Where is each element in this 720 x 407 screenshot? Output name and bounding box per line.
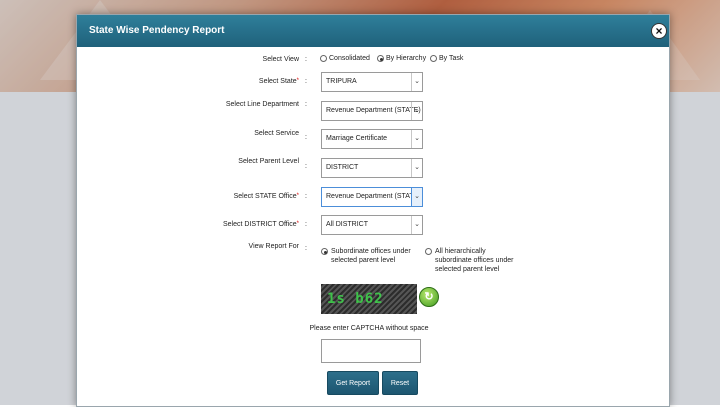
radio-dot[interactable]: [425, 248, 432, 255]
captcha-input[interactable]: [321, 339, 421, 363]
dialog-title: State Wise Pendency Report: [89, 25, 225, 36]
reset-button[interactable]: Reset: [382, 371, 418, 395]
state-select[interactable]: TRIPURA ⌄: [321, 72, 423, 92]
radio-dot[interactable]: [377, 55, 384, 62]
district-office-select[interactable]: All DISTRICT ⌄: [321, 215, 423, 235]
line-department-select-value: Revenue Department (STATE): [326, 107, 421, 114]
radio-dot[interactable]: [321, 248, 328, 255]
radio-label: By Task: [439, 55, 464, 62]
radio-label: By Hierarchy: [386, 55, 427, 62]
close-icon[interactable]: ×: [651, 23, 667, 39]
district-office-select-value: All DISTRICT: [326, 221, 368, 228]
radio-label: All hierarchically subordinate offices u…: [435, 248, 514, 273]
chevron-down-icon[interactable]: ⌄: [411, 188, 422, 206]
chevron-down-icon[interactable]: ⌄: [411, 130, 422, 148]
radio-label: Subordinate offices under selected paren…: [331, 248, 411, 264]
radio-subordinate-offices[interactable]: Subordinate offices under selected paren…: [321, 247, 419, 277]
captcha-hint: Please enter CAPTCHA without space: [309, 325, 429, 332]
colon: :: [305, 193, 307, 200]
colon: :: [305, 163, 307, 170]
colon: :: [305, 101, 307, 108]
radio-consolidated[interactable]: Consolidated: [320, 55, 370, 62]
colon: :: [305, 78, 307, 85]
parent-level-select[interactable]: DISTRICT ⌄: [321, 158, 423, 178]
district-office-label: Select DISTRICT Office*: [223, 221, 299, 228]
get-report-button[interactable]: Get Report: [327, 371, 379, 395]
state-select-value: TRIPURA: [326, 78, 357, 85]
colon: :: [305, 245, 307, 252]
captcha-image: 1s b62: [321, 284, 417, 314]
refresh-icon[interactable]: ↻: [419, 287, 439, 307]
state-office-select[interactable]: Revenue Department (STATE) ⌄: [321, 187, 423, 207]
radio-all-hierarchical-offices[interactable]: All hierarchically subordinate offices u…: [425, 247, 525, 277]
colon: :: [305, 221, 307, 228]
chevron-down-icon[interactable]: ⌄: [411, 102, 422, 120]
chevron-down-icon[interactable]: ⌄: [411, 73, 422, 91]
radio-by-hierarchy[interactable]: By Hierarchy: [377, 55, 426, 62]
colon: :: [305, 56, 307, 63]
parent-level-select-value: DISTRICT: [326, 164, 359, 171]
select-view-label: Select View: [262, 56, 299, 63]
service-select-value: Marriage Certificate: [326, 135, 388, 142]
radio-label: Consolidated: [329, 55, 370, 62]
chevron-down-icon[interactable]: ⌄: [411, 159, 422, 177]
dialog-header: State Wise Pendency Report: [77, 15, 669, 47]
radio-dot[interactable]: [430, 55, 437, 62]
line-department-select[interactable]: Revenue Department (STATE) ⌄: [321, 101, 423, 121]
state-office-select-value: Revenue Department (STATE): [326, 193, 421, 200]
chevron-down-icon[interactable]: ⌄: [411, 216, 422, 234]
pendency-report-dialog: State Wise Pendency Report × Select View…: [76, 14, 670, 407]
state-office-label: Select STATE Office*: [233, 193, 299, 200]
view-report-for-label: View Report For: [248, 243, 299, 250]
parent-level-label: Select Parent Level: [238, 158, 299, 165]
radio-dot[interactable]: [320, 55, 327, 62]
service-select[interactable]: Marriage Certificate ⌄: [321, 129, 423, 149]
colon: :: [305, 134, 307, 141]
radio-by-task[interactable]: By Task: [430, 55, 463, 62]
state-label: Select State*: [258, 78, 299, 85]
line-department-label: Select Line Department: [225, 101, 299, 108]
service-label: Select Service: [254, 130, 299, 137]
